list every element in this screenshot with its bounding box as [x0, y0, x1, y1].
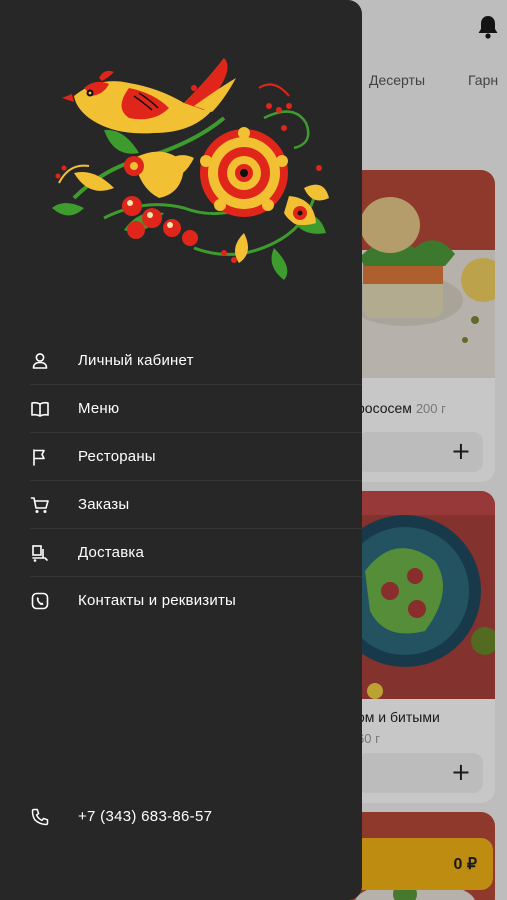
menu-label: Личный кабинет: [78, 352, 194, 369]
drawer-menu: Личный кабинет Меню Рестораны Заказы Дос…: [0, 337, 362, 625]
menu-label: Меню: [78, 400, 120, 417]
menu-item-restaurants[interactable]: Рестораны: [0, 433, 362, 481]
khokhloma-bird-logo: [52, 58, 329, 280]
menu-label: Контакты и реквизиты: [78, 592, 237, 609]
delivery-icon: [32, 545, 48, 562]
menu-label: Доставка: [78, 544, 145, 561]
flag-icon: [33, 449, 45, 466]
menu-item-orders[interactable]: Заказы: [0, 481, 362, 529]
menu-item-menu[interactable]: Меню: [0, 385, 362, 433]
user-icon: [32, 353, 48, 369]
navigation-drawer: Личный кабинет Меню Рестораны Заказы Дос…: [0, 0, 362, 900]
menu-label: Заказы: [78, 496, 130, 513]
contacts-icon: [31, 592, 49, 610]
menu-item-account[interactable]: Личный кабинет: [0, 337, 362, 385]
phone-link[interactable]: +7 (343) 683-86-57: [0, 795, 362, 839]
menu-item-contacts[interactable]: Контакты и реквизиты: [0, 577, 362, 625]
menu-label: Рестораны: [78, 448, 156, 465]
book-icon: [31, 401, 49, 417]
phone-number: +7 (343) 683-86-57: [78, 808, 213, 825]
menu-item-delivery[interactable]: Доставка: [0, 529, 362, 577]
phone-icon: [31, 808, 49, 826]
cart-icon: [30, 497, 49, 513]
